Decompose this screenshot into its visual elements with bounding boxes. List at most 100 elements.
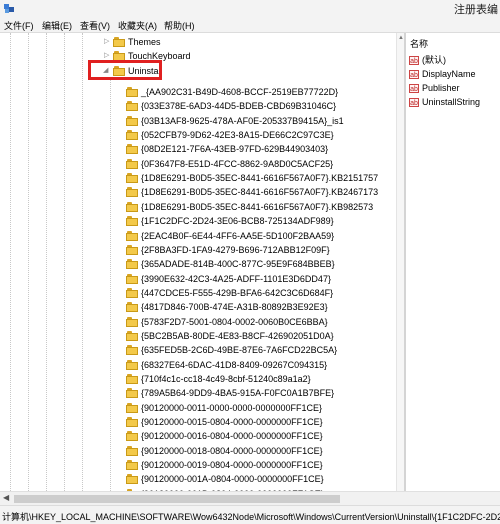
tree-node-label: {4817D846-700B-474E-A31B-80892B3E92E3} (141, 302, 328, 313)
menu-favorites[interactable]: 收藏夹(A) (118, 19, 157, 32)
tree-node-label: {68327E64-6DAC-41D8-8409-09267C094315} (141, 359, 328, 370)
tree-node-subkey[interactable]: {789A5B64-9DD9-4BA5-915A-F0FC0A1B7BFE} (0, 386, 396, 400)
folder-icon (126, 374, 139, 384)
tree-node-subkey[interactable]: {710f4c1c-cc18-4c49-8cbf-51240c89a1a2} (0, 372, 396, 386)
window-title: 注册表编 (454, 4, 498, 16)
tree-node-label: {0F3647F8-E51D-4FCC-8862-9A8D0C5ACF25} (141, 158, 334, 169)
menu-edit[interactable]: 编辑(E) (42, 19, 72, 32)
value-name: UninstallString (422, 97, 481, 107)
tree-vertical-scrollbar[interactable]: ▲ (396, 33, 404, 491)
status-bar: 计算机\HKEY_LOCAL_MACHINE\SOFTWARE\Wow6432N… (0, 505, 500, 524)
folder-icon (126, 474, 139, 485)
tree-node-label: {5783F2D7-5001-0804-0002-0060B0CE6BBA} (141, 316, 328, 327)
tree-node-label: {789A5B64-9DD9-4BA5-915A-F0FC0A1B7BFE} (141, 388, 335, 399)
tree-node-subkey[interactable]: {635FED5B-2C6D-49BE-87E6-7A6FCD22BC5A} (0, 343, 396, 357)
tree-node-subkey[interactable]: {0F3647F8-E51D-4FCC-8862-9A8D0C5ACF25} (0, 157, 396, 171)
tree-node-label: {08D2E121-7F6A-43EB-97FD-629B44903403} (141, 144, 329, 155)
tree-node-themes[interactable]: ▷ Themes (0, 35, 396, 49)
regedit-app-icon[interactable] (3, 2, 15, 14)
tree-node-label: {90120000-0019-0804-0000-0000000FF1CE} (141, 460, 323, 471)
folder-icon (126, 302, 139, 313)
folder-icon (126, 130, 139, 140)
folder-icon (126, 115, 139, 126)
tree-node-subkey[interactable]: {03B13AF8-9625-478A-AF0E-205337B9415A}_i… (0, 114, 396, 128)
tree-node-label: {90120000-0016-0804-0000-0000000FF1CE} (141, 431, 323, 442)
value-row-displayname[interactable]: ab DisplayName (409, 67, 476, 81)
tree-node-subkey[interactable]: {2F8BA3FD-1FA9-4279-B696-712ABB12F09F} (0, 243, 396, 257)
tree-node-subkey[interactable]: {1D8E6291-B0D5-35EC-8441-6616F567A0F7}.K… (0, 185, 396, 199)
tree-node-subkey[interactable]: {08D2E121-7F6A-43EB-97FD-629B44903403} (0, 142, 396, 156)
folder-icon (113, 37, 126, 47)
folder-icon (126, 187, 139, 198)
tree-node-subkey[interactable]: {90120000-0015-0804-0000-0000000FF1CE} (0, 415, 396, 429)
tree-node-subkey[interactable]: {447CDCE5-F555-429B-BFA6-642C3C6D684F} (0, 286, 396, 300)
menu-view[interactable]: 查看(V) (80, 19, 110, 32)
scroll-left-arrow-icon[interactable]: ◀ (3, 493, 9, 502)
folder-icon (126, 158, 139, 169)
folder-icon (126, 445, 139, 456)
tree-node-subkey[interactable]: {90120000-0016-0804-0000-0000000FF1CE} (0, 429, 396, 443)
tree-node-subkey[interactable]: {90120000-0019-0804-0000-0000000FF1CE} (0, 458, 396, 472)
tree-node-label: {052CFB79-9D62-42E3-8A15-DE66C2C97C3E} (141, 130, 334, 140)
tree-node-subkey[interactable]: {3990E632-42C3-4A25-ADFF-1101E3D6DD47} (0, 272, 396, 286)
tree-node-subkey[interactable]: {1F1C2DFC-2D24-3E06-BCB8-725134ADF989} (0, 214, 396, 228)
folder-icon (126, 287, 139, 298)
tree-node-label: {710f4c1c-cc18-4c49-8cbf-51240c89a1a2} (141, 374, 311, 384)
tree-node-touchkeyboard[interactable]: ▷ TouchKeyboard (0, 49, 396, 63)
folder-icon (126, 388, 139, 399)
column-header-name[interactable]: 名称 (410, 37, 428, 50)
tree-node-label: {1F1C2DFC-2D24-3E06-BCB8-725134ADF989} (141, 216, 334, 227)
tree-node-subkey[interactable]: {1D8E6291-B0D5-35EC-8441-6616F567A0F7}.K… (0, 200, 396, 214)
tree-node-subkey[interactable]: {052CFB79-9D62-42E3-8A15-DE66C2C97C3E} (0, 128, 396, 142)
tree-node-label: {90120000-0018-0804-0000-0000000FF1CE} (141, 445, 323, 456)
expand-arrow-icon[interactable]: ▷ (104, 35, 109, 49)
registry-key-tree[interactable]: ▷ Themes ▷ TouchKeyboard ◢ Uninstall _{A… (0, 33, 396, 491)
folder-icon (126, 201, 139, 212)
value-name: Publisher (422, 83, 460, 93)
tree-node-subkey[interactable]: _{AA902C31-B49D-4608-BCCF-2519EB77722D} (0, 85, 396, 99)
tree-node-label: {1D8E6291-B0D5-35EC-8441-6616F567A0F7}.K… (141, 187, 379, 198)
tree-node-label: {5BC2B5AB-80DE-4E83-B8CF-426902051D0A} (141, 330, 334, 341)
tree-node-subkey[interactable]: {90120000-0018-0804-0000-0000000FF1CE} (0, 444, 396, 458)
tree-node-subkey[interactable]: {5BC2B5AB-80DE-4E83-B8CF-426902051D0A} (0, 329, 396, 343)
tree-node-subkey[interactable]: {365ADADE-814B-400C-877C-95E9F684BBEB} (0, 257, 396, 271)
tree-node-label: _{AA902C31-B49D-4608-BCCF-2519EB77722D} (141, 87, 339, 97)
horizontal-scroll-thumb[interactable] (14, 495, 340, 503)
tree-node-subkey[interactable]: {90120000-0011-0000-0000-0000000FF1CE} (0, 401, 396, 415)
folder-icon (126, 259, 139, 270)
values-pane[interactable]: 名称 ab (默认) ab DisplayName ab Publisher ab Un… (406, 33, 500, 491)
folder-icon (126, 173, 139, 184)
tree-node-label: {3990E632-42C3-4A25-ADFF-1101E3D6DD47} (141, 273, 331, 284)
tree-node-label: {03B13AF8-9625-478A-AF0E-205337B9415A}_i… (141, 115, 344, 126)
tree-node-label: {635FED5B-2C6D-49BE-87E6-7A6FCD22BC5A} (141, 345, 338, 356)
value-row-default[interactable]: ab (默认) (409, 53, 446, 67)
tree-horizontal-scrollbar[interactable]: ◀ (0, 491, 500, 505)
folder-icon (126, 460, 139, 471)
folder-icon (126, 144, 139, 155)
value-row-publisher[interactable]: ab Publisher (409, 81, 460, 95)
tree-node-label: {033E378E-6AD3-44D5-BDEB-CBD69B31046C} (141, 101, 337, 112)
value-name: (默认) (422, 55, 446, 65)
string-value-icon: ab (409, 98, 419, 108)
folder-icon (126, 431, 139, 442)
tree-node-subkey[interactable]: {5783F2D7-5001-0804-0002-0060B0CE6BBA} (0, 315, 396, 329)
value-row-uninstallstring[interactable]: ab UninstallString (409, 95, 480, 109)
menu-help[interactable]: 帮助(H) (164, 19, 195, 32)
tree-node-uninstall[interactable]: ◢ Uninstall (0, 64, 396, 78)
tree-node-subkey[interactable]: {90120000-001A-0804-0000-0000000FF1CE} (0, 472, 396, 486)
tree-node-subkey[interactable]: {68327E64-6DAC-41D8-8409-09267C094315} (0, 358, 396, 372)
menu-bar: 文件(F) 编辑(E) 查看(V) 收藏夹(A) 帮助(H) (0, 17, 500, 33)
tree-node-subkey[interactable]: {1D8E6291-B0D5-35EC-8441-6616F567A0F7}.K… (0, 171, 396, 185)
tree-node-subkey[interactable]: {2EAC4B0F-6E44-4FF6-AA5E-5D100F2BAA59} (0, 229, 396, 243)
red-highlight-box (88, 60, 162, 80)
folder-icon (126, 402, 139, 413)
tree-node-label: {90120000-001A-0804-0000-0000000FF1CE} (141, 474, 324, 485)
tree-node-label: Themes (128, 37, 161, 47)
tree-node-subkey[interactable]: {033E378E-6AD3-44D5-BDEB-CBD69B31046C} (0, 99, 396, 113)
tree-node-label: {365ADADE-814B-400C-877C-95E9F684BBEB} (141, 259, 335, 270)
menu-file[interactable]: 文件(F) (4, 19, 34, 32)
folder-icon (126, 244, 139, 255)
tree-node-label: {90120000-0015-0804-0000-0000000FF1CE} (141, 417, 323, 428)
folder-icon (126, 330, 139, 341)
tree-node-subkey[interactable]: {4817D846-700B-474E-A31B-80892B3E92E3} (0, 300, 396, 314)
